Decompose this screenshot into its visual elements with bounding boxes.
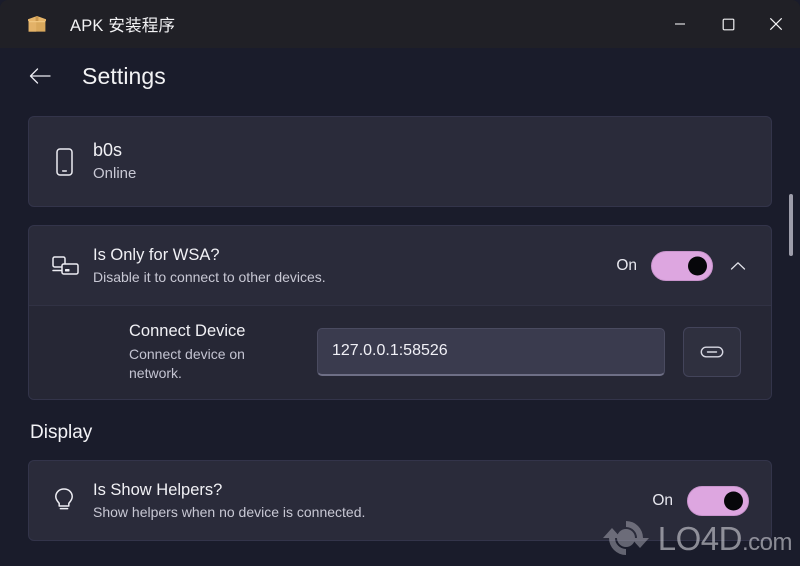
display-section-heading: Display <box>30 422 93 443</box>
device-name: b0s <box>93 140 123 160</box>
maximize-icon[interactable] <box>704 0 752 48</box>
show-helpers-toggle-label: On <box>652 491 673 509</box>
lightbulb-icon <box>51 486 93 516</box>
device-card[interactable]: b0s Online <box>28 116 772 207</box>
show-helpers-controls: On <box>652 485 749 516</box>
connect-device-description: Connect device on network. <box>129 346 245 381</box>
app-window: APK 安装程序 Settings b0s Online Is Only for… <box>0 0 800 566</box>
chevron-up-icon[interactable] <box>727 255 749 277</box>
minimize-icon[interactable] <box>656 0 704 48</box>
wsa-toggle-label: On <box>616 256 637 274</box>
scrollbar-thumb[interactable] <box>789 194 793 256</box>
page-header: Settings <box>0 48 800 104</box>
close-icon[interactable] <box>752 0 800 48</box>
device-row[interactable]: b0s Online <box>29 117 771 206</box>
wsa-subtitle: Disable it to connect to other devices. <box>93 269 326 285</box>
window-title: APK 安装程序 <box>70 17 176 35</box>
show-helpers-row[interactable]: Is Show Helpers? Show helpers when no de… <box>29 461 771 540</box>
show-helpers-title: Is Show Helpers? <box>93 481 223 499</box>
wsa-row[interactable]: Is Only for WSA? Disable it to connect t… <box>29 226 771 305</box>
package-icon <box>24 11 50 37</box>
device-texts: b0s Online <box>93 139 749 184</box>
link-icon[interactable] <box>683 326 741 377</box>
show-helpers-toggle-knob <box>724 491 743 510</box>
settings-content: b0s Online Is Only for WSA? Disable it t… <box>0 104 800 566</box>
window-controls <box>656 0 800 48</box>
wsa-controls: On <box>616 250 749 281</box>
show-helpers-toggle[interactable] <box>687 485 749 516</box>
wsa-title: Is Only for WSA? <box>93 246 220 264</box>
phone-icon <box>51 147 93 177</box>
title-bar: APK 安装程序 <box>0 0 800 48</box>
wsa-card: Is Only for WSA? Disable it to connect t… <box>28 225 772 400</box>
page-title: Settings <box>82 62 166 89</box>
wsa-texts: Is Only for WSA? Disable it to connect t… <box>93 244 616 287</box>
wsa-toggle[interactable] <box>651 250 713 281</box>
vertical-scrollbar[interactable] <box>785 104 797 564</box>
connect-device-title: Connect Device <box>129 322 246 340</box>
device-status: Online <box>93 165 137 182</box>
show-helpers-texts: Is Show Helpers? Show helpers when no de… <box>93 479 652 522</box>
connect-device-row: Connect Device Connect device on network… <box>29 305 771 399</box>
show-helpers-card: Is Show Helpers? Show helpers when no de… <box>28 460 772 541</box>
show-helpers-subtitle: Show helpers when no device is connected… <box>93 504 366 520</box>
back-button[interactable] <box>24 60 56 92</box>
connect-device-texts: Connect Device Connect device on network… <box>129 320 299 383</box>
wsa-toggle-knob <box>688 256 707 275</box>
devices-icon <box>51 253 93 279</box>
connect-address-input[interactable] <box>317 327 665 376</box>
